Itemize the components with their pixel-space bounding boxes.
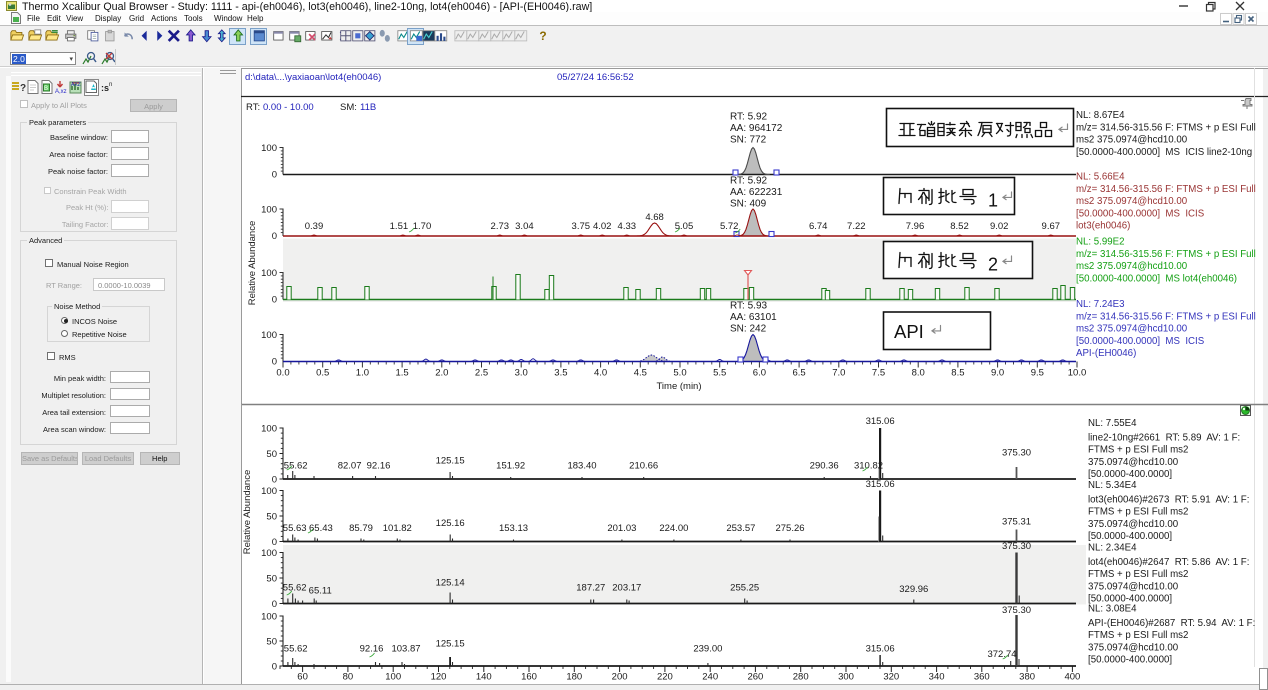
svg-text::s: :s [101,83,109,93]
svg-text:n: n [109,82,112,88]
svg-text:?: ? [20,83,26,94]
svg-text:A,xz: A,xz [55,89,67,95]
svg-text:B: B [44,86,48,92]
svg-text:?: ? [539,29,546,43]
svg-text:AXZ: AXZ [71,82,81,88]
